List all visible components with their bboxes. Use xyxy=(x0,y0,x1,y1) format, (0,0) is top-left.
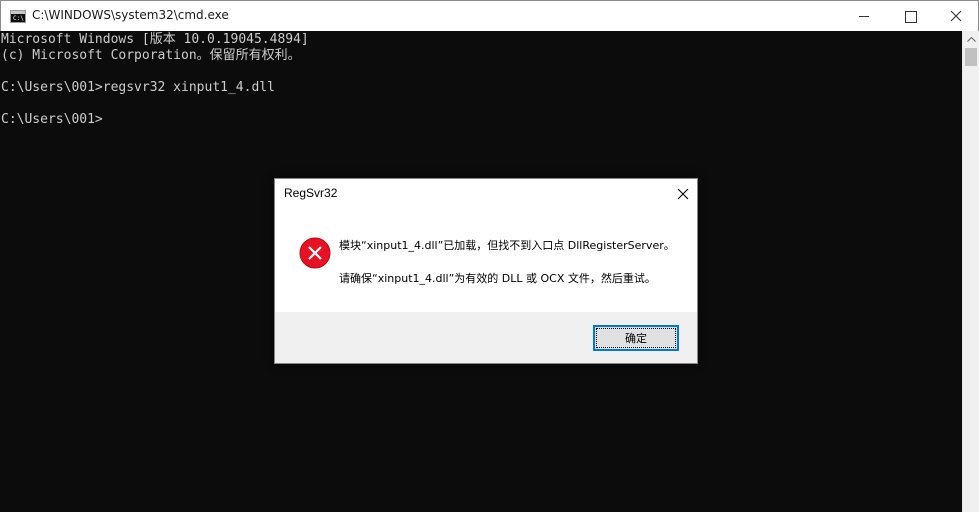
dialog-footer: 确定 xyxy=(275,312,697,363)
dialog-title: RegSvr32 xyxy=(284,186,338,200)
dialog-message-line2: 请确保“xinput1_4.dll”为有效的 DLL 或 OCX 文件，然后重试… xyxy=(339,272,656,285)
console-line: Microsoft Windows [版本 10.0.19045.4894] xyxy=(1,32,309,47)
minimize-button[interactable] xyxy=(841,1,887,31)
maximize-button[interactable] xyxy=(887,1,933,31)
console-line: (c) Microsoft Corporation。保留所有权利。 xyxy=(1,48,301,63)
scroll-up-button[interactable] xyxy=(963,31,979,48)
regsvr32-dialog: RegSvr32 模块“xinput1_4.dll”已加载，但找不到入口点 Dl… xyxy=(274,178,698,364)
close-icon xyxy=(950,10,962,22)
dialog-message-line1: 模块“xinput1_4.dll”已加载，但找不到入口点 DllRegister… xyxy=(339,239,675,252)
vertical-scrollbar[interactable] xyxy=(962,31,979,512)
window-titlebar[interactable]: C:\ C:\WINDOWS\system32\cmd.exe xyxy=(0,0,979,31)
close-button[interactable] xyxy=(933,1,979,31)
close-icon xyxy=(677,188,689,200)
console-line: C:\Users\001> xyxy=(1,112,103,127)
ok-button[interactable]: 确定 xyxy=(593,325,679,351)
dialog-close-button[interactable] xyxy=(671,183,695,205)
chevron-up-icon xyxy=(967,37,976,42)
window-title: C:\WINDOWS\system32\cmd.exe xyxy=(32,8,229,22)
cmd-app-icon-label: C:\ xyxy=(13,15,24,22)
console-line: C:\Users\001>regsvr32 xinput1_4.dll xyxy=(1,80,275,95)
scroll-thumb[interactable] xyxy=(965,48,977,66)
cmd-app-icon[interactable]: C:\ xyxy=(10,10,26,23)
error-icon xyxy=(299,237,331,269)
